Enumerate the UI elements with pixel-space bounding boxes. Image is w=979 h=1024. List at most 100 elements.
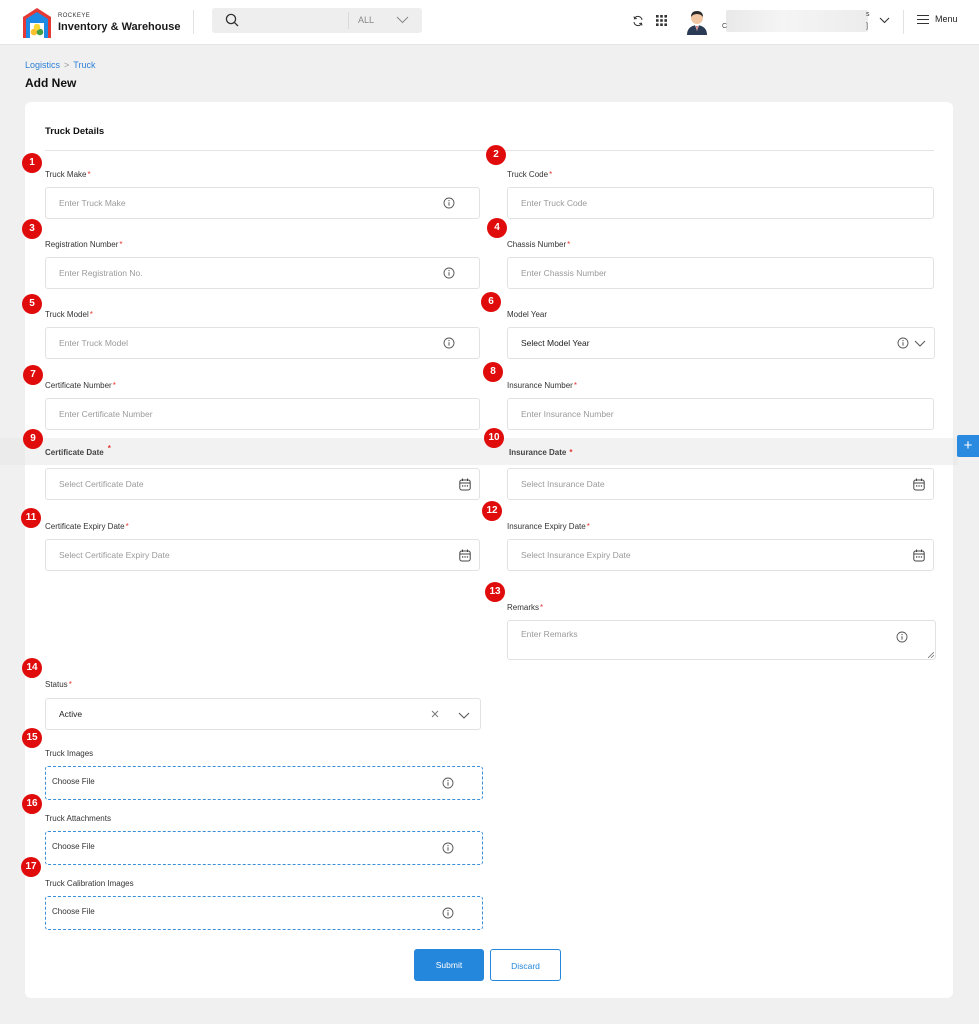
registration-number-placeholder: Enter Registration No. bbox=[59, 268, 143, 278]
chevron-down-icon[interactable] bbox=[458, 712, 470, 719]
annotation-badge: 14 bbox=[22, 658, 42, 678]
status-value: Active bbox=[59, 709, 83, 719]
annotation-badge: 1 bbox=[22, 153, 42, 173]
user-company-suffix: ] bbox=[866, 23, 868, 30]
truck-attachments-file-input[interactable]: Choose File bbox=[45, 831, 483, 865]
truck-model-label: Truck Model* bbox=[45, 310, 93, 319]
chassis-number-placeholder: Enter Chassis Number bbox=[521, 268, 607, 278]
truck-model-input[interactable]: Enter Truck Model bbox=[45, 327, 480, 359]
brand-name: Inventory & Warehouse bbox=[58, 21, 181, 33]
annotation-badge: 2 bbox=[486, 145, 506, 165]
remarks-textarea[interactable]: Enter Remarks bbox=[507, 620, 936, 660]
top-bar: ROCKEYE Inventory & Warehouse ALL s C] … bbox=[0, 0, 979, 45]
truck-code-placeholder: Enter Truck Code bbox=[521, 198, 588, 208]
info-icon[interactable] bbox=[443, 267, 455, 279]
info-icon[interactable] bbox=[442, 842, 454, 854]
remarks-label: Remarks* bbox=[507, 603, 544, 612]
model-year-select[interactable]: Select Model Year bbox=[507, 327, 935, 359]
insurance-expiry-date-input[interactable]: Select Insurance Expiry Date bbox=[507, 539, 934, 571]
insurance-number-placeholder: Enter Insurance Number bbox=[521, 409, 614, 419]
truck-model-placeholder: Enter Truck Model bbox=[59, 338, 128, 348]
truck-images-file-input[interactable]: Choose File bbox=[45, 766, 483, 800]
model-year-label: Model Year bbox=[507, 310, 548, 319]
highlight-band bbox=[0, 438, 958, 465]
insurance-expiry-date-placeholder: Select Insurance Expiry Date bbox=[521, 550, 631, 560]
chevron-down-icon[interactable] bbox=[914, 340, 926, 347]
truck-code-input[interactable]: Enter Truck Code bbox=[507, 187, 934, 219]
calendar-icon[interactable] bbox=[913, 478, 925, 491]
insurance-number-input[interactable]: Enter Insurance Number bbox=[507, 398, 934, 430]
discard-button[interactable]: Discard bbox=[490, 949, 561, 981]
breadcrumb-logistics[interactable]: Logistics bbox=[25, 60, 60, 70]
model-year-value: Select Model Year bbox=[521, 338, 590, 348]
annotation-badge: 16 bbox=[22, 794, 42, 814]
chevron-down-icon[interactable] bbox=[396, 16, 409, 24]
info-icon[interactable] bbox=[896, 631, 908, 643]
insurance-expiry-date-label: Insurance Expiry Date* bbox=[507, 522, 590, 531]
annotation-badge: 6 bbox=[481, 292, 501, 312]
truck-calibration-images-file-input[interactable]: Choose File bbox=[45, 896, 483, 930]
chassis-number-input[interactable]: Enter Chassis Number bbox=[507, 257, 934, 289]
annotation-badge: 12 bbox=[482, 501, 502, 521]
certificate-date-placeholder: Select Certificate Date bbox=[59, 479, 144, 489]
annotation-badge: 8 bbox=[483, 362, 503, 382]
apps-grid-icon[interactable] bbox=[656, 15, 667, 26]
certificate-expiry-date-input[interactable]: Select Certificate Expiry Date bbox=[45, 539, 480, 571]
truck-attachments-placeholder: Choose File bbox=[52, 842, 95, 851]
info-icon[interactable] bbox=[443, 337, 455, 349]
certificate-number-placeholder: Enter Certificate Number bbox=[59, 409, 153, 419]
remarks-placeholder: Enter Remarks bbox=[521, 629, 578, 639]
registration-number-input[interactable]: Enter Registration No. bbox=[45, 257, 480, 289]
truck-calibration-images-placeholder: Choose File bbox=[52, 907, 95, 916]
info-icon[interactable] bbox=[442, 907, 454, 919]
avatar[interactable] bbox=[686, 9, 708, 35]
annotation-badge: 9 bbox=[23, 429, 43, 449]
divider bbox=[193, 10, 194, 34]
breadcrumb-truck[interactable]: Truck bbox=[73, 60, 95, 70]
status-select[interactable]: Active bbox=[45, 698, 481, 730]
submit-button[interactable]: Submit bbox=[414, 949, 484, 981]
user-company-text: C bbox=[722, 23, 728, 30]
calendar-icon[interactable] bbox=[459, 549, 471, 562]
menu-button[interactable]: Menu bbox=[917, 14, 958, 24]
brand-tagline: ROCKEYE bbox=[58, 13, 91, 19]
refresh-icon[interactable] bbox=[632, 15, 644, 27]
chassis-number-label: Chassis Number* bbox=[507, 240, 571, 249]
search-scope-select[interactable]: ALL bbox=[358, 15, 374, 25]
divider bbox=[348, 12, 349, 29]
warehouse-logo-icon bbox=[23, 8, 51, 38]
chevron-down-icon[interactable] bbox=[879, 17, 890, 24]
certificate-number-label: Certificate Number* bbox=[45, 381, 116, 390]
truck-make-input[interactable]: Enter Truck Make bbox=[45, 187, 480, 219]
registration-number-label: Registration Number* bbox=[45, 240, 123, 249]
divider bbox=[903, 10, 904, 34]
truck-code-label: Truck Code* bbox=[507, 170, 553, 179]
annotation-badge: 4 bbox=[487, 218, 507, 238]
clear-icon[interactable] bbox=[431, 710, 439, 718]
insurance-date-input[interactable]: Select Insurance Date bbox=[507, 468, 934, 500]
truck-images-label: Truck Images bbox=[45, 749, 94, 758]
quick-add-button[interactable]: + bbox=[957, 435, 979, 457]
truck-make-label: Truck Make* bbox=[45, 170, 91, 179]
annotation-badge: 13 bbox=[485, 582, 505, 602]
insurance-number-label: Insurance Number* bbox=[507, 381, 577, 390]
global-search[interactable]: ALL bbox=[212, 8, 422, 33]
info-icon[interactable] bbox=[443, 197, 455, 209]
certificate-expiry-date-label: Certificate Expiry Date* bbox=[45, 522, 129, 531]
annotation-badge: 15 bbox=[22, 728, 42, 748]
user-name-text: s bbox=[866, 11, 870, 18]
info-icon[interactable] bbox=[442, 777, 454, 789]
info-icon[interactable] bbox=[897, 337, 909, 349]
calendar-icon[interactable] bbox=[913, 549, 925, 562]
breadcrumb: Logistics > Truck bbox=[25, 60, 95, 70]
search-icon bbox=[225, 13, 239, 27]
insurance-date-placeholder: Select Insurance Date bbox=[521, 479, 605, 489]
resize-handle-icon[interactable] bbox=[928, 652, 934, 658]
certificate-date-input[interactable]: Select Certificate Date bbox=[45, 468, 480, 500]
calendar-icon[interactable] bbox=[459, 478, 471, 491]
annotation-badge: 10 bbox=[484, 428, 504, 448]
insurance-date-label: Insurance Date * bbox=[509, 448, 573, 457]
annotation-badge: 11 bbox=[21, 508, 41, 528]
certificate-number-input[interactable]: Enter Certificate Number bbox=[45, 398, 480, 430]
truck-images-placeholder: Choose File bbox=[52, 777, 95, 786]
